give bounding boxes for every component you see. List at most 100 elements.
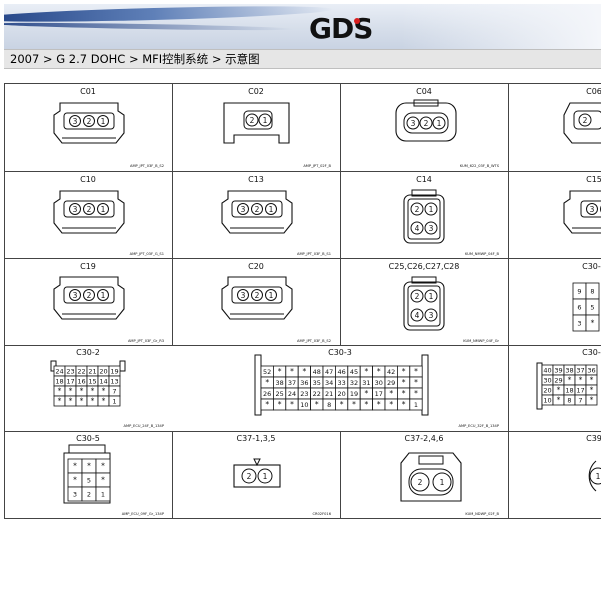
connector-code: AMP_JPT_03F_Gr_R3 [128,339,164,343]
pin-label: 5 [87,477,91,485]
banner-shine [401,4,601,49]
c30-3-pins: 52 * * * 48 47 46 45 * * 42 * * * 38 37 36 35 34 33 32 31 30 29… [260,365,423,411]
pin-label: 7 [578,397,582,405]
latch [421,354,429,416]
pin-label: 22 [77,368,85,376]
pin-label: * [58,387,62,396]
pin-label: * [414,378,418,387]
pin-label: 17 [576,387,584,395]
pin-label: 2 [87,117,92,126]
pin-label: 37 [288,379,296,387]
connector-title: C10 [80,175,96,184]
connector-title: C25,C26,C27,C28 [389,262,460,271]
pin-label: * [365,389,369,398]
pin-label: 1 [263,472,268,481]
latch [536,362,543,410]
pin-label: * [389,400,393,409]
pin-label: 1 [437,119,442,128]
pin-label: 1 [269,205,274,214]
pin-label: 52 [263,368,271,376]
connector-code: AMP_JPT_03F_B_S1 [297,252,331,256]
connector-title: C19 [80,262,96,271]
connector-housing [403,189,445,244]
pin-label: * [557,396,561,405]
pin-label: 2 [255,291,260,300]
pin-label: 17 [375,390,383,398]
pin-label: 45 [350,368,358,376]
pin-label: 3 [73,205,78,214]
connector-grid: C01 3 2 1 AMP_JPT_03F_B_S2 C02 2 1 AMP_JPT_02F_B… [4,83,601,519]
pin-label: * [290,367,294,376]
pin-label: 36 [587,367,595,375]
pin-label: 46 [337,368,345,376]
pin-label: 2 [255,205,260,214]
pin-label: * [377,400,381,409]
connector-title: C13 [248,175,264,184]
pin-label: 20 [543,387,551,395]
pin-label: 3 [73,117,78,126]
pin-label: * [590,396,594,405]
pin-label: 15 [88,378,96,386]
connector-code: KUM_NMWP_04F_B [465,252,500,256]
pin-label: 20 [99,368,107,376]
pin-label: 1 [414,401,418,409]
pin-label: * [402,378,406,387]
pin-label: 2 [250,116,255,125]
pin-label: * [579,376,583,385]
pin-label: * [265,400,269,409]
pin-label: 1 [429,292,434,301]
pin-label: 21 [325,390,333,398]
connector-diagram: C013 2 1AMP_JPT_03F_B_S2C022 1AMP_JPT_02F_B… [4,83,601,519]
pin-label: 3 [241,205,246,214]
pin-label: 38 [565,367,573,375]
banner-swoosh [4,21,295,32]
c30-4-pins: 40 39 38 37 3630 29 * * *20 * 18 17 *10 * 8 7 * [541,364,598,406]
pin-label: 48 [313,368,321,376]
pin-label: * [303,367,307,376]
pin-label: 21 [88,368,96,376]
pin-label: 2 [418,478,423,487]
pin-label: 2 [87,205,92,214]
pin-label: 2 [87,291,92,300]
pin-label: * [557,386,561,395]
pin-label: 2 [87,491,91,499]
pin-label: 1 [101,491,105,499]
connector-title: C39 [586,434,601,443]
pin-label: * [352,400,356,409]
pin-label: 10 [543,397,551,405]
pin-label: 3 [577,320,581,328]
c37-2-housing [400,452,462,502]
pin-label: 2 [415,205,420,214]
connector-title: C06 [586,87,601,96]
pin-label: 4 [415,311,420,320]
pin-label: 1 [112,398,116,406]
pin-label: 2 [583,116,588,125]
pin-label: 18 [565,387,573,395]
pin-label: * [414,389,418,398]
pin-label: * [389,389,393,398]
pin-label: 39 [554,367,562,375]
pin-label: 23 [66,368,74,376]
pin-label: 14 [99,378,107,386]
latch [254,354,262,416]
connector-code: AMP_JPT_03F_B_S2 [130,164,164,168]
gds-logo: GDS [309,12,373,42]
pin-label: 47 [325,368,333,376]
pin-label: * [102,387,106,396]
pin-label: * [91,397,95,406]
pin-label: * [278,367,282,376]
pin-label: 25 [275,390,283,398]
pin-label: 20 [337,390,345,398]
connector-title: C30-4 [582,348,601,357]
connector-title: C30-1 [582,262,601,271]
pin-label: * [73,476,77,485]
connector-title: C15 [586,175,601,184]
pin-label: * [101,462,105,471]
connector-code: AMP_JPT_02F_B [303,164,331,168]
pin-label: 3 [411,119,416,128]
pin-label: * [101,476,105,485]
connector-title: C20 [248,262,264,271]
connector-title: C02 [248,87,264,96]
pin-label: 37 [576,367,584,375]
pin-label: 26 [263,390,271,398]
